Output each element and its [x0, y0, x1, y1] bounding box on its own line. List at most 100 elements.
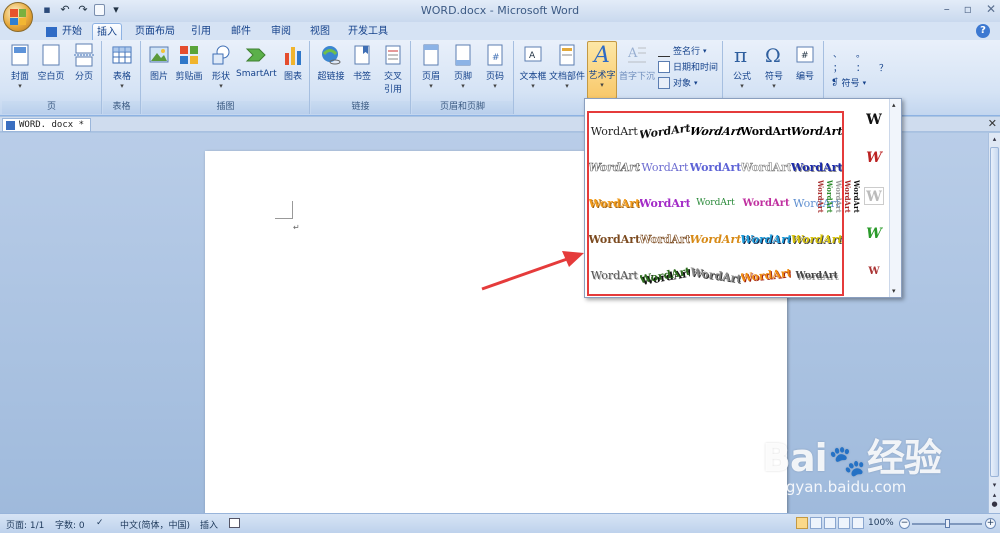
- page-break-button[interactable]: 分页: [70, 43, 98, 82]
- symbol-dropdown[interactable]: ❡ 符号 ▾: [831, 76, 866, 90]
- word-count[interactable]: 字数: 0: [55, 518, 85, 531]
- wordart-style-6[interactable]: WordArt: [589, 149, 640, 185]
- wordart-style-3[interactable]: WordArt: [690, 113, 741, 149]
- prev-page-icon[interactable]: ▴: [990, 491, 999, 500]
- date-time-button[interactable]: 日期和时间: [658, 60, 718, 73]
- gallery-scroll-up-icon[interactable]: ▴: [892, 101, 896, 109]
- zoom-level[interactable]: 100%: [868, 518, 894, 528]
- punct-question-button[interactable]: ？: [879, 61, 888, 74]
- zoom-slider-knob[interactable]: [945, 519, 950, 528]
- hyperlink-button[interactable]: 超链接: [315, 43, 347, 82]
- quick-parts-button[interactable]: 文档部件 ▾: [549, 43, 585, 90]
- symbol-button[interactable]: Ω 符号 ▾: [760, 43, 788, 90]
- tab-insert[interactable]: 插入: [92, 23, 122, 40]
- full-screen-view-button[interactable]: [810, 517, 822, 529]
- close-button[interactable]: ✕: [986, 2, 996, 16]
- minimize-button[interactable]: –: [944, 2, 950, 16]
- proofing-icon[interactable]: ✓: [96, 518, 110, 528]
- equation-button[interactable]: π 公式 ▾: [728, 43, 756, 90]
- insert-mode[interactable]: 插入: [200, 518, 218, 531]
- wordart-w-style-2[interactable]: W: [864, 149, 884, 167]
- text-box-button[interactable]: A 文本框 ▾: [518, 43, 548, 90]
- wordart-style-9[interactable]: WordArt: [741, 149, 792, 185]
- shapes-button[interactable]: 形状 ▾: [208, 43, 234, 90]
- wordart-style-1[interactable]: WordArt: [589, 113, 640, 149]
- smartart-button[interactable]: SmartArt: [236, 43, 277, 79]
- chart-button[interactable]: 图表: [280, 43, 306, 82]
- wordart-style-13[interactable]: WordArt: [690, 185, 741, 221]
- browse-object-icon[interactable]: ●: [990, 500, 999, 509]
- blank-page-button[interactable]: 空白页: [36, 43, 66, 82]
- scroll-thumb[interactable]: [990, 147, 999, 477]
- signature-line-button[interactable]: 签名行 ▾: [658, 44, 707, 57]
- page-number-button[interactable]: # 页码 ▾: [482, 43, 508, 90]
- wordart-style-21[interactable]: WordArt: [589, 258, 640, 294]
- gallery-resize-icon[interactable]: ▾: [892, 287, 896, 295]
- wordart-style-14[interactable]: WordArt: [741, 185, 792, 221]
- drop-cap-button[interactable]: A 首字下沉: [619, 43, 655, 82]
- close-doc-icon[interactable]: ✕: [988, 117, 997, 130]
- help-icon[interactable]: ?: [976, 24, 990, 38]
- bookmark-button[interactable]: 书签: [349, 43, 375, 82]
- wordart-w-style-1[interactable]: W: [864, 111, 884, 129]
- wordart-style-18[interactable]: WordArt: [690, 222, 741, 258]
- scroll-down-icon[interactable]: ▾: [990, 481, 999, 490]
- document-tab[interactable]: WORD. docx *: [2, 118, 92, 132]
- header-button[interactable]: 页眉 ▾: [418, 43, 444, 90]
- punct-semicolon-button[interactable]: ；: [833, 61, 842, 74]
- wordart-button[interactable]: A 艺术字 ▾: [587, 41, 617, 99]
- object-button[interactable]: 对象 ▾: [658, 76, 698, 89]
- wordart-vertical-style-5[interactable]: WordArt: [816, 180, 825, 213]
- outline-view-button[interactable]: [838, 517, 850, 529]
- wordart-style-22[interactable]: WordArt: [640, 258, 691, 294]
- wordart-w-style-4[interactable]: W: [864, 225, 884, 243]
- footer-button[interactable]: 页脚 ▾: [450, 43, 476, 90]
- picture-button[interactable]: 图片: [146, 43, 172, 82]
- language[interactable]: 中文(简体，中国): [120, 518, 190, 531]
- punct-comma-button[interactable]: 、: [833, 47, 842, 60]
- cover-page-button[interactable]: 封面 ▾: [6, 43, 34, 90]
- tab-view[interactable]: 视图: [308, 23, 332, 40]
- wordart-style-7[interactable]: WordArt: [640, 149, 691, 185]
- wordart-style-11[interactable]: WordArt: [589, 185, 640, 221]
- wordart-style-25[interactable]: WordArt: [791, 258, 842, 294]
- scroll-up-icon[interactable]: ▴: [990, 135, 999, 144]
- tab-references[interactable]: 引用: [189, 23, 213, 40]
- office-button[interactable]: [3, 2, 33, 32]
- wordart-vertical-style-1[interactable]: WordArt: [852, 180, 861, 213]
- wordart-style-12[interactable]: WordArt: [640, 185, 691, 221]
- punct-colon-button[interactable]: ：: [856, 61, 865, 74]
- restore-button[interactable]: ▫: [964, 2, 972, 16]
- zoom-in-button[interactable]: +: [985, 518, 996, 529]
- punct-period-button[interactable]: 。: [856, 47, 865, 60]
- web-layout-view-button[interactable]: [824, 517, 836, 529]
- tab-mailings[interactable]: 邮件: [229, 23, 253, 40]
- wordart-vertical-style-3[interactable]: WordArt: [834, 180, 843, 213]
- wordart-w-style-3[interactable]: W: [864, 187, 884, 205]
- wordart-style-17[interactable]: WordArt: [640, 222, 691, 258]
- draft-view-button[interactable]: [852, 517, 864, 529]
- tab-home[interactable]: 开始: [60, 23, 84, 40]
- wordart-vertical-style-4[interactable]: WordArt: [825, 180, 834, 213]
- tab-developer[interactable]: 开发工具: [347, 23, 389, 40]
- gallery-scrollbar[interactable]: ▴ ▾: [889, 99, 901, 297]
- wordart-style-16[interactable]: WordArt: [589, 222, 640, 258]
- table-button[interactable]: 表格 ▾: [108, 43, 136, 90]
- wordart-style-23[interactable]: WordArt: [690, 258, 741, 294]
- cross-reference-button[interactable]: 交叉 引用: [379, 43, 407, 95]
- wordart-style-20[interactable]: WordArt: [791, 222, 842, 258]
- wordart-style-2[interactable]: WordArt: [640, 113, 691, 149]
- tab-review[interactable]: 审阅: [269, 23, 293, 40]
- vertical-scrollbar[interactable]: ▴ ▾ ▴ ●: [988, 133, 1000, 513]
- numbering-button[interactable]: # 编号: [792, 43, 818, 82]
- page-count[interactable]: 页面: 1/1: [6, 518, 44, 531]
- zoom-out-button[interactable]: −: [899, 518, 910, 529]
- wordart-w-style-5[interactable]: W: [864, 263, 884, 281]
- wordart-style-5[interactable]: WordArt: [791, 113, 842, 149]
- wordart-style-24[interactable]: WordArt: [741, 258, 792, 294]
- clip-art-button[interactable]: 剪贴画: [174, 43, 204, 82]
- tab-page-layout[interactable]: 页面布局: [134, 23, 176, 40]
- wordart-style-19[interactable]: WordArt: [741, 222, 792, 258]
- macro-record-icon[interactable]: [229, 518, 240, 528]
- print-layout-view-button[interactable]: [796, 517, 808, 529]
